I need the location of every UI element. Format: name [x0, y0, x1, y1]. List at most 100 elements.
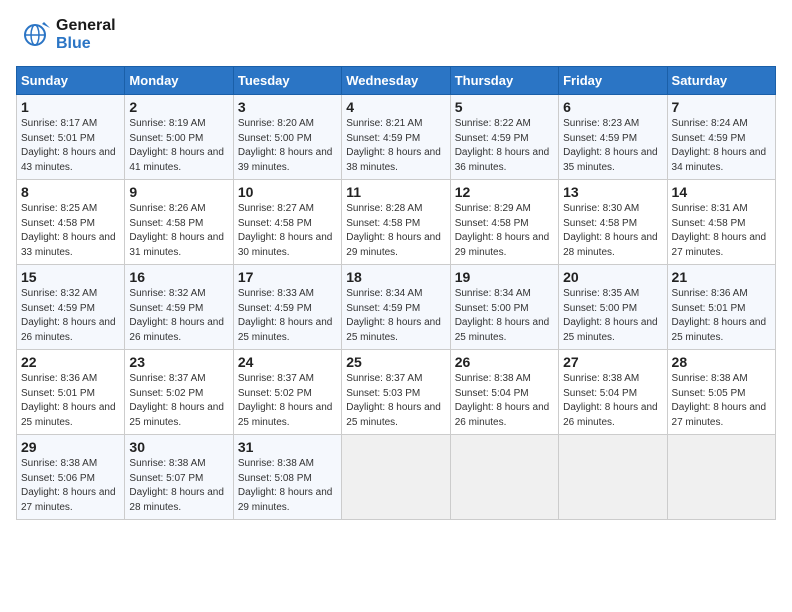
day-info: Sunrise: 8:31 AMSunset: 4:58 PMDaylight:… — [672, 203, 767, 258]
day-number: 19 — [455, 269, 554, 285]
header: General Blue — [16, 16, 776, 54]
weekday-header-sunday: Sunday — [17, 67, 125, 95]
day-number: 15 — [21, 269, 120, 285]
day-number: 28 — [672, 354, 771, 370]
day-number: 11 — [346, 184, 445, 200]
day-info: Sunrise: 8:37 AMSunset: 5:03 PMDaylight:… — [346, 373, 441, 428]
weekday-header-thursday: Thursday — [450, 67, 558, 95]
day-info: Sunrise: 8:38 AMSunset: 5:08 PMDaylight:… — [238, 458, 333, 513]
day-number: 14 — [672, 184, 771, 200]
day-info: Sunrise: 8:32 AMSunset: 4:59 PMDaylight:… — [129, 288, 224, 343]
calendar-table: SundayMondayTuesdayWednesdayThursdayFrid… — [16, 66, 776, 520]
day-info: Sunrise: 8:17 AMSunset: 5:01 PMDaylight:… — [21, 118, 116, 173]
calendar-cell: 18 Sunrise: 8:34 AMSunset: 4:59 PMDaylig… — [342, 265, 450, 350]
calendar-cell: 20 Sunrise: 8:35 AMSunset: 5:00 PMDaylig… — [559, 265, 667, 350]
day-number: 5 — [455, 99, 554, 115]
calendar-week-4: 22 Sunrise: 8:36 AMSunset: 5:01 PMDaylig… — [17, 350, 776, 435]
day-info: Sunrise: 8:34 AMSunset: 5:00 PMDaylight:… — [455, 288, 550, 343]
calendar-cell: 29 Sunrise: 8:38 AMSunset: 5:06 PMDaylig… — [17, 435, 125, 520]
calendar-cell — [559, 435, 667, 520]
calendar-cell: 7 Sunrise: 8:24 AMSunset: 4:59 PMDayligh… — [667, 95, 775, 180]
day-info: Sunrise: 8:38 AMSunset: 5:04 PMDaylight:… — [455, 373, 550, 428]
calendar-cell: 13 Sunrise: 8:30 AMSunset: 4:58 PMDaylig… — [559, 180, 667, 265]
day-number: 16 — [129, 269, 228, 285]
day-info: Sunrise: 8:34 AMSunset: 4:59 PMDaylight:… — [346, 288, 441, 343]
calendar-cell: 22 Sunrise: 8:36 AMSunset: 5:01 PMDaylig… — [17, 350, 125, 435]
day-info: Sunrise: 8:38 AMSunset: 5:06 PMDaylight:… — [21, 458, 116, 513]
calendar-cell: 10 Sunrise: 8:27 AMSunset: 4:58 PMDaylig… — [233, 180, 341, 265]
day-info: Sunrise: 8:26 AMSunset: 4:58 PMDaylight:… — [129, 203, 224, 258]
day-number: 26 — [455, 354, 554, 370]
day-info: Sunrise: 8:28 AMSunset: 4:58 PMDaylight:… — [346, 203, 441, 258]
day-info: Sunrise: 8:29 AMSunset: 4:58 PMDaylight:… — [455, 203, 550, 258]
calendar-cell: 17 Sunrise: 8:33 AMSunset: 4:59 PMDaylig… — [233, 265, 341, 350]
calendar-cell: 4 Sunrise: 8:21 AMSunset: 4:59 PMDayligh… — [342, 95, 450, 180]
calendar-cell: 11 Sunrise: 8:28 AMSunset: 4:58 PMDaylig… — [342, 180, 450, 265]
weekday-header-friday: Friday — [559, 67, 667, 95]
day-number: 24 — [238, 354, 337, 370]
calendar-cell: 2 Sunrise: 8:19 AMSunset: 5:00 PMDayligh… — [125, 95, 233, 180]
calendar-week-5: 29 Sunrise: 8:38 AMSunset: 5:06 PMDaylig… — [17, 435, 776, 520]
calendar-cell: 15 Sunrise: 8:32 AMSunset: 4:59 PMDaylig… — [17, 265, 125, 350]
weekday-header-saturday: Saturday — [667, 67, 775, 95]
day-info: Sunrise: 8:20 AMSunset: 5:00 PMDaylight:… — [238, 118, 333, 173]
day-info: Sunrise: 8:37 AMSunset: 5:02 PMDaylight:… — [238, 373, 333, 428]
calendar-cell: 5 Sunrise: 8:22 AMSunset: 4:59 PMDayligh… — [450, 95, 558, 180]
calendar-cell: 8 Sunrise: 8:25 AMSunset: 4:58 PMDayligh… — [17, 180, 125, 265]
day-info: Sunrise: 8:21 AMSunset: 4:59 PMDaylight:… — [346, 118, 441, 173]
day-number: 10 — [238, 184, 337, 200]
day-info: Sunrise: 8:32 AMSunset: 4:59 PMDaylight:… — [21, 288, 116, 343]
day-info: Sunrise: 8:25 AMSunset: 4:58 PMDaylight:… — [21, 203, 116, 258]
day-number: 13 — [563, 184, 662, 200]
day-number: 1 — [21, 99, 120, 115]
day-number: 6 — [563, 99, 662, 115]
day-number: 23 — [129, 354, 228, 370]
calendar-week-2: 8 Sunrise: 8:25 AMSunset: 4:58 PMDayligh… — [17, 180, 776, 265]
calendar-cell: 25 Sunrise: 8:37 AMSunset: 5:03 PMDaylig… — [342, 350, 450, 435]
calendar-cell — [342, 435, 450, 520]
calendar-cell: 28 Sunrise: 8:38 AMSunset: 5:05 PMDaylig… — [667, 350, 775, 435]
calendar-cell: 23 Sunrise: 8:37 AMSunset: 5:02 PMDaylig… — [125, 350, 233, 435]
day-number: 25 — [346, 354, 445, 370]
day-number: 18 — [346, 269, 445, 285]
weekday-header-monday: Monday — [125, 67, 233, 95]
calendar-cell: 31 Sunrise: 8:38 AMSunset: 5:08 PMDaylig… — [233, 435, 341, 520]
logo-globe-icon — [16, 16, 54, 54]
day-info: Sunrise: 8:19 AMSunset: 5:00 PMDaylight:… — [129, 118, 224, 173]
day-info: Sunrise: 8:38 AMSunset: 5:07 PMDaylight:… — [129, 458, 224, 513]
day-number: 2 — [129, 99, 228, 115]
day-number: 29 — [21, 439, 120, 455]
day-number: 21 — [672, 269, 771, 285]
day-info: Sunrise: 8:38 AMSunset: 5:04 PMDaylight:… — [563, 373, 658, 428]
day-number: 4 — [346, 99, 445, 115]
day-info: Sunrise: 8:36 AMSunset: 5:01 PMDaylight:… — [672, 288, 767, 343]
day-number: 30 — [129, 439, 228, 455]
day-number: 7 — [672, 99, 771, 115]
day-number: 9 — [129, 184, 228, 200]
calendar-cell: 26 Sunrise: 8:38 AMSunset: 5:04 PMDaylig… — [450, 350, 558, 435]
calendar-cell: 9 Sunrise: 8:26 AMSunset: 4:58 PMDayligh… — [125, 180, 233, 265]
calendar-cell: 14 Sunrise: 8:31 AMSunset: 4:58 PMDaylig… — [667, 180, 775, 265]
weekday-header-tuesday: Tuesday — [233, 67, 341, 95]
calendar-cell — [450, 435, 558, 520]
calendar-cell: 27 Sunrise: 8:38 AMSunset: 5:04 PMDaylig… — [559, 350, 667, 435]
logo: General Blue — [16, 16, 116, 54]
day-number: 31 — [238, 439, 337, 455]
day-info: Sunrise: 8:24 AMSunset: 4:59 PMDaylight:… — [672, 118, 767, 173]
calendar-cell: 21 Sunrise: 8:36 AMSunset: 5:01 PMDaylig… — [667, 265, 775, 350]
calendar-week-1: 1 Sunrise: 8:17 AMSunset: 5:01 PMDayligh… — [17, 95, 776, 180]
day-number: 12 — [455, 184, 554, 200]
day-info: Sunrise: 8:35 AMSunset: 5:00 PMDaylight:… — [563, 288, 658, 343]
calendar-cell — [667, 435, 775, 520]
day-info: Sunrise: 8:38 AMSunset: 5:05 PMDaylight:… — [672, 373, 767, 428]
calendar-cell: 19 Sunrise: 8:34 AMSunset: 5:00 PMDaylig… — [450, 265, 558, 350]
day-number: 22 — [21, 354, 120, 370]
day-number: 3 — [238, 99, 337, 115]
calendar-cell: 30 Sunrise: 8:38 AMSunset: 5:07 PMDaylig… — [125, 435, 233, 520]
weekday-header-wednesday: Wednesday — [342, 67, 450, 95]
calendar-cell: 3 Sunrise: 8:20 AMSunset: 5:00 PMDayligh… — [233, 95, 341, 180]
day-number: 17 — [238, 269, 337, 285]
day-info: Sunrise: 8:37 AMSunset: 5:02 PMDaylight:… — [129, 373, 224, 428]
day-info: Sunrise: 8:23 AMSunset: 4:59 PMDaylight:… — [563, 118, 658, 173]
day-number: 20 — [563, 269, 662, 285]
